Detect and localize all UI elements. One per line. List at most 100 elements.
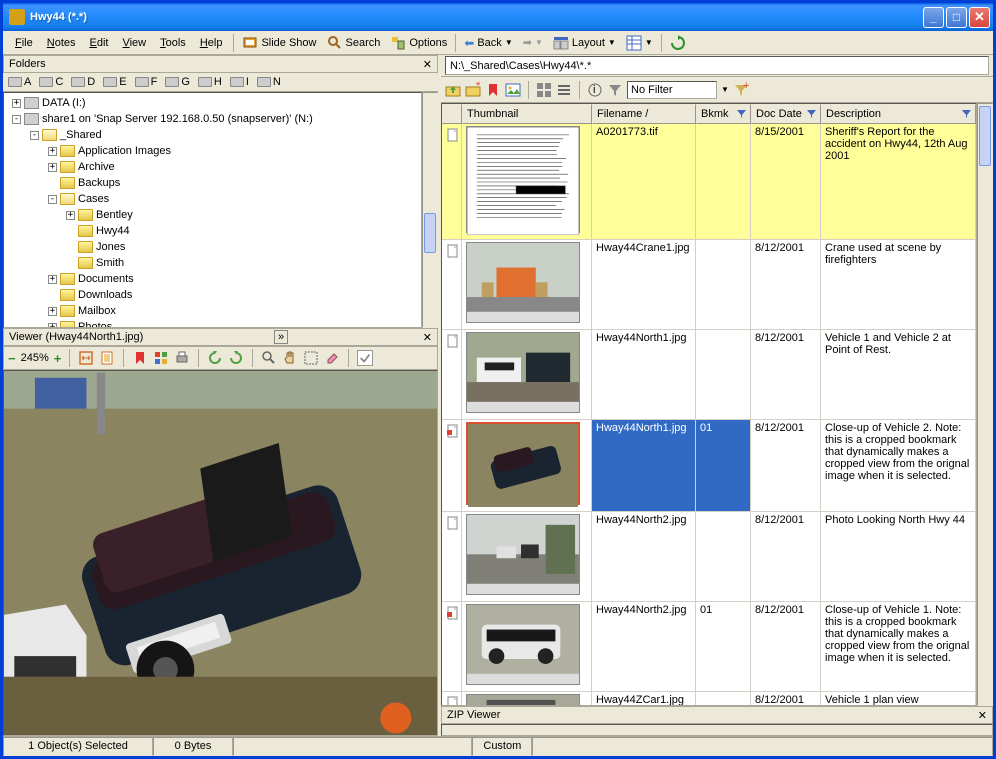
thumbnail[interactable] [466, 514, 580, 595]
tree-node[interactable]: +Bentley [6, 207, 419, 223]
tree-node[interactable]: Backups [6, 175, 419, 191]
thumbnail[interactable] [466, 332, 580, 413]
col-description[interactable]: Description [821, 104, 976, 124]
grid-scrollbar[interactable] [977, 103, 993, 706]
search-button[interactable]: Search [322, 33, 386, 53]
path-input[interactable] [445, 56, 989, 75]
back-button[interactable]: ⬅ Back ▼ [459, 34, 517, 52]
folder-tree[interactable]: +DATA (I:)-share1 on 'Snap Server 192.16… [3, 92, 422, 328]
tree-node[interactable]: +Mailbox [6, 303, 419, 319]
up-folder-icon[interactable] [445, 82, 461, 98]
drive-button-a[interactable]: A [8, 76, 31, 88]
tree-node[interactable]: Hwy44 [6, 223, 419, 239]
minimize-button[interactable]: _ [923, 7, 944, 28]
filter-icon[interactable] [737, 110, 746, 118]
tree-node[interactable]: -Cases [6, 191, 419, 207]
slideshow-button[interactable]: Slide Show [237, 33, 321, 53]
thumbnail[interactable] [466, 242, 580, 323]
tree-node[interactable]: +DATA (I:) [6, 95, 419, 111]
drive-button-c[interactable]: C [39, 76, 63, 88]
tree-node[interactable]: -share1 on 'Snap Server 192.168.0.50 (sn… [6, 111, 419, 127]
image-icon[interactable] [505, 82, 521, 98]
thumbnail[interactable] [466, 126, 580, 233]
tree-node[interactable]: -_Shared [6, 127, 419, 143]
zoom-in-button[interactable]: + [54, 351, 62, 366]
thumbnail[interactable] [466, 694, 580, 706]
table-row[interactable]: Hway44Crane1.jpg8/12/2001Crane used at s… [442, 240, 976, 330]
tree-toggle-icon[interactable]: + [48, 163, 57, 172]
windows-icon[interactable] [153, 350, 169, 366]
close-button[interactable]: ✕ [969, 7, 990, 28]
refresh-button[interactable] [665, 33, 691, 53]
tree-scrollbar[interactable] [422, 92, 438, 328]
list-icon[interactable] [556, 82, 572, 98]
tree-toggle-icon[interactable]: + [12, 99, 21, 108]
thumbgrid-icon[interactable] [536, 82, 552, 98]
menu-file[interactable]: File [8, 35, 40, 51]
viewer-close-icon[interactable]: ✕ [423, 331, 432, 344]
rotate-left-icon[interactable] [207, 350, 223, 366]
col-docdate[interactable]: Doc Date [751, 104, 821, 124]
folders-close-icon[interactable]: ✕ [423, 58, 432, 71]
table-row[interactable]: A0201773.tif8/15/2001Sheriff's Report fo… [442, 124, 976, 240]
col-filename[interactable]: Filename / [592, 104, 696, 124]
print-icon[interactable] [174, 350, 190, 366]
layout-button[interactable]: Layout ▼ [548, 33, 621, 53]
tree-node[interactable]: Downloads [6, 287, 419, 303]
clear-filter-icon[interactable]: + [733, 82, 749, 98]
tree-node[interactable]: +Application Images [6, 143, 419, 159]
col-thumbnail[interactable]: Thumbnail [462, 104, 592, 124]
menu-tools[interactable]: Tools [153, 35, 193, 51]
drive-button-d[interactable]: D [71, 76, 95, 88]
table-row[interactable]: Hway44North1.jpg8/12/2001Vehicle 1 and V… [442, 330, 976, 420]
select-tool-icon[interactable] [303, 350, 319, 366]
fit-width-icon[interactable] [78, 350, 94, 366]
viewer-expand-icon[interactable]: » [274, 330, 288, 344]
tree-toggle-icon[interactable]: + [48, 147, 57, 156]
properties-icon[interactable]: i [587, 82, 603, 98]
menu-help[interactable]: Help [193, 35, 230, 51]
bookmark-filter-icon[interactable] [485, 82, 501, 98]
tree-node[interactable]: +Archive [6, 159, 419, 175]
tree-node[interactable]: Smith [6, 255, 419, 271]
drive-button-h[interactable]: H [198, 76, 222, 88]
table-row[interactable]: Hway44North1.jpg018/12/2001Close-up of V… [442, 420, 976, 512]
grid-options-button[interactable]: ▼ [621, 33, 658, 53]
pan-tool-icon[interactable] [282, 350, 298, 366]
fit-page-icon[interactable] [99, 350, 115, 366]
drive-button-i[interactable]: I [230, 76, 249, 88]
zoom-out-button[interactable]: − [8, 351, 16, 366]
menu-view[interactable]: View [115, 35, 153, 51]
tree-node[interactable]: +Photos [6, 319, 419, 328]
bookmark-icon[interactable] [132, 350, 148, 366]
filter-select[interactable] [627, 81, 717, 99]
drive-button-e[interactable]: E [103, 76, 126, 88]
drive-button-g[interactable]: G [165, 76, 190, 88]
tree-toggle-icon[interactable]: - [48, 195, 57, 204]
titlebar[interactable]: Hwy44 (*.*) _ □ ✕ [3, 3, 993, 31]
zoom-tool-icon[interactable] [261, 350, 277, 366]
table-row[interactable]: Hway44North2.jpg8/12/2001Photo Looking N… [442, 512, 976, 602]
viewer-image[interactable] [3, 370, 438, 736]
menu-edit[interactable]: Edit [83, 35, 116, 51]
options-button[interactable]: Options [385, 33, 452, 53]
new-folder-icon[interactable]: * [465, 82, 481, 98]
menu-notes[interactable]: Notes [40, 35, 83, 51]
h-scrollbar[interactable] [441, 724, 993, 736]
tree-toggle-icon[interactable]: + [66, 211, 75, 220]
forward-button[interactable]: ➡ ▼ [518, 34, 548, 51]
zip-close-icon[interactable]: ✕ [978, 709, 987, 721]
thumbnail[interactable] [466, 604, 580, 685]
tree-toggle-icon[interactable]: + [48, 275, 57, 284]
tree-toggle-icon[interactable]: - [30, 131, 39, 140]
tree-toggle-icon[interactable]: - [12, 115, 21, 124]
tree-node[interactable]: Jones [6, 239, 419, 255]
table-row[interactable]: Hway44North2.jpg018/12/2001Close-up of V… [442, 602, 976, 692]
filter-icon[interactable] [962, 110, 971, 118]
tree-node[interactable]: +Documents [6, 271, 419, 287]
tree-toggle-icon[interactable]: + [48, 307, 57, 316]
funnel-icon[interactable] [607, 82, 623, 98]
file-grid[interactable]: Thumbnail Filename / Bkmk Doc Date Descr… [441, 103, 977, 706]
table-row[interactable]: Hway44ZCar1.jpg8/12/2001Vehicle 1 plan v… [442, 692, 976, 706]
rotate-right-icon[interactable] [228, 350, 244, 366]
